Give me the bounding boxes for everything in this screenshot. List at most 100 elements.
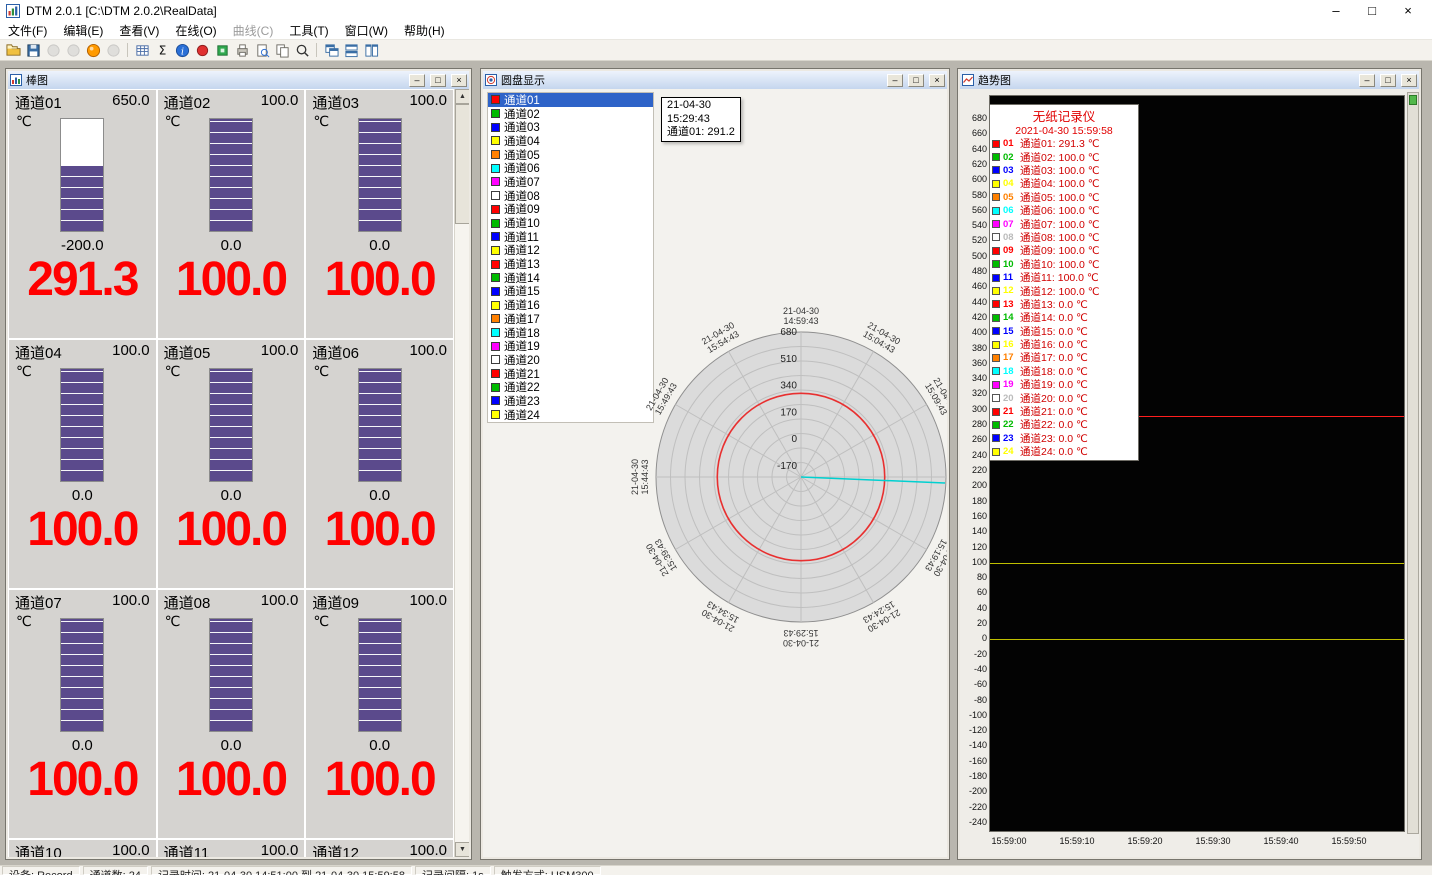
legend-channel-value: 通道24: 0.0 ℃ — [1020, 444, 1088, 459]
bar-cell: 通道04100.0℃0.0100.0 — [9, 340, 156, 588]
bar-cell-channel-name: 通道12 — [312, 842, 359, 857]
legend-row: 19通道19: 0.0 ℃ — [992, 378, 1136, 391]
disc-window-minimize-button[interactable]: – — [887, 74, 903, 87]
disc-display-content: 通道01通道02通道03通道04通道05通道06通道07通道08通道09通道10… — [483, 89, 947, 857]
menu-item[interactable]: 编辑(E) — [55, 22, 111, 39]
channel-color-swatch — [491, 191, 500, 200]
svg-text:i: i — [181, 46, 184, 57]
disc-window-close-button[interactable]: × — [929, 74, 945, 87]
bar-window-restore-button[interactable]: □ — [430, 74, 446, 87]
close-button[interactable]: × — [1390, 0, 1426, 22]
channel-color-swatch — [491, 95, 500, 104]
bar-cell-header: 通道05100.0 — [158, 340, 305, 363]
trend-window-close-button[interactable]: × — [1401, 74, 1417, 87]
y-tick-label: 480 — [960, 266, 987, 276]
zoom-icon[interactable] — [293, 41, 311, 59]
bar-window-minimize-button[interactable]: – — [409, 74, 425, 87]
trend-graph-window: 趋势图 – □ × 680660640620600580560540520500… — [957, 68, 1422, 860]
legend-channel-number: 10 — [1003, 259, 1017, 270]
menu-item[interactable]: 在线(O) — [167, 22, 224, 39]
app-title: DTM 2.0.1 [C:\DTM 2.0.2\RealData] — [26, 4, 217, 18]
open-icon[interactable] — [4, 41, 22, 59]
scroll-up-arrow[interactable]: ▲ — [455, 89, 469, 104]
legend-channel-number: 02 — [1003, 152, 1017, 163]
legend-color-swatch — [992, 300, 1000, 308]
menu-item[interactable]: 曲线(C) — [225, 22, 282, 39]
scroll-down-arrow[interactable]: ▼ — [455, 842, 469, 857]
tile-vertical-icon[interactable] — [362, 41, 380, 59]
legend-row: 01通道01: 291.3 ℃ — [992, 137, 1136, 150]
bar-cell-channel-name: 通道05 — [164, 342, 211, 363]
bar-cell-channel-name: 通道02 — [164, 92, 211, 113]
menu-item[interactable]: 帮助(H) — [396, 22, 453, 39]
bar-gauge — [358, 368, 402, 482]
legend-channel-number: 11 — [1003, 272, 1017, 283]
channel-color-swatch — [491, 109, 500, 118]
status-panel: 记录间隔: 1s — [415, 866, 491, 875]
alarm-icon[interactable] — [193, 41, 211, 59]
legend-channel-number: 15 — [1003, 326, 1017, 337]
menu-item[interactable]: 文件(F) — [0, 22, 55, 39]
legend-channel-number: 24 — [1003, 446, 1017, 457]
bar-cell-max-value: 100.0 — [112, 842, 150, 857]
legend-color-swatch — [992, 140, 1000, 148]
minimize-button[interactable]: – — [1318, 0, 1354, 22]
maximize-button[interactable]: □ — [1354, 0, 1390, 22]
trend-graph-window-title: 趋势图 — [978, 72, 1011, 88]
record-icon[interactable] — [64, 41, 82, 59]
bar-cell-value: 100.0 — [158, 252, 305, 307]
y-tick-label: 600 — [960, 174, 987, 184]
scroll-thumb[interactable] — [455, 104, 469, 224]
app-icon — [6, 4, 20, 18]
y-tick-label: 680 — [960, 113, 987, 123]
legend-color-swatch — [992, 220, 1000, 228]
print-icon[interactable] — [233, 41, 251, 59]
bar-graph-window-titlebar: 棒图 – □ × — [8, 71, 469, 89]
trend-line — [990, 639, 1404, 640]
bar-cell-channel-name: 通道08 — [164, 592, 211, 613]
bar-cell-unit: ℃ — [165, 613, 181, 630]
copy-icon[interactable] — [273, 41, 291, 59]
info-icon[interactable]: i — [173, 41, 191, 59]
trend-scrollbar[interactable] — [1407, 92, 1419, 834]
channel-color-swatch — [491, 260, 500, 269]
y-tick-label: 220 — [960, 465, 987, 475]
bar-cell-channel-name: 通道11 — [164, 842, 210, 857]
y-tick-label: -80 — [960, 695, 987, 705]
settings-icon[interactable] — [213, 41, 231, 59]
svg-text:15:44:43: 15:44:43 — [640, 459, 650, 494]
y-tick-label: 340 — [960, 373, 987, 383]
pause-icon[interactable] — [104, 41, 122, 59]
preview-icon[interactable] — [253, 41, 271, 59]
menu-item[interactable]: 工具(T) — [281, 22, 336, 39]
cascade-icon[interactable] — [322, 41, 340, 59]
stop-icon[interactable] — [44, 41, 62, 59]
y-tick-label: 640 — [960, 144, 987, 154]
legend-timestamp: 2021-04-30 15:59:58 — [992, 125, 1136, 137]
y-tick-label: -40 — [960, 664, 987, 674]
trend-window-minimize-button[interactable]: – — [1359, 74, 1375, 87]
trend-scroll-thumb[interactable] — [1409, 95, 1417, 105]
y-tick-label: 380 — [960, 343, 987, 353]
legend-channel-number: 04 — [1003, 178, 1017, 189]
legend-channel-number: 01 — [1003, 138, 1017, 149]
menu-item[interactable]: 查看(V) — [111, 22, 167, 39]
menu-item[interactable]: 窗口(W) — [337, 22, 396, 39]
export-icon[interactable] — [24, 41, 42, 59]
x-tick-label: 15:59:40 — [1259, 836, 1303, 846]
disc-window-restore-button[interactable]: □ — [908, 74, 924, 87]
play-icon[interactable] — [84, 41, 102, 59]
trend-window-restore-button[interactable]: □ — [1380, 74, 1396, 87]
bar-cell-channel-name: 通道06 — [312, 342, 359, 363]
bar-cell-header: 通道06100.0 — [306, 340, 453, 363]
table-icon[interactable] — [133, 41, 151, 59]
bar-cell-max-value: 100.0 — [261, 842, 299, 857]
bar-window-close-button[interactable]: × — [451, 74, 467, 87]
legend-channel-number: 09 — [1003, 245, 1017, 256]
tile-horizontal-icon[interactable] — [342, 41, 360, 59]
bar-cell: 通道05100.0℃0.0100.0 — [158, 340, 305, 588]
legend-row: 05通道05: 100.0 ℃ — [992, 191, 1136, 204]
mdi-area: 棒图 – □ × 通道01650.0℃-200.0291.3通道02100.0℃… — [0, 61, 1432, 865]
bar-graph-scrollbar[interactable]: ▲ ▼ — [454, 89, 469, 857]
sum-icon[interactable]: Σ — [153, 41, 171, 59]
